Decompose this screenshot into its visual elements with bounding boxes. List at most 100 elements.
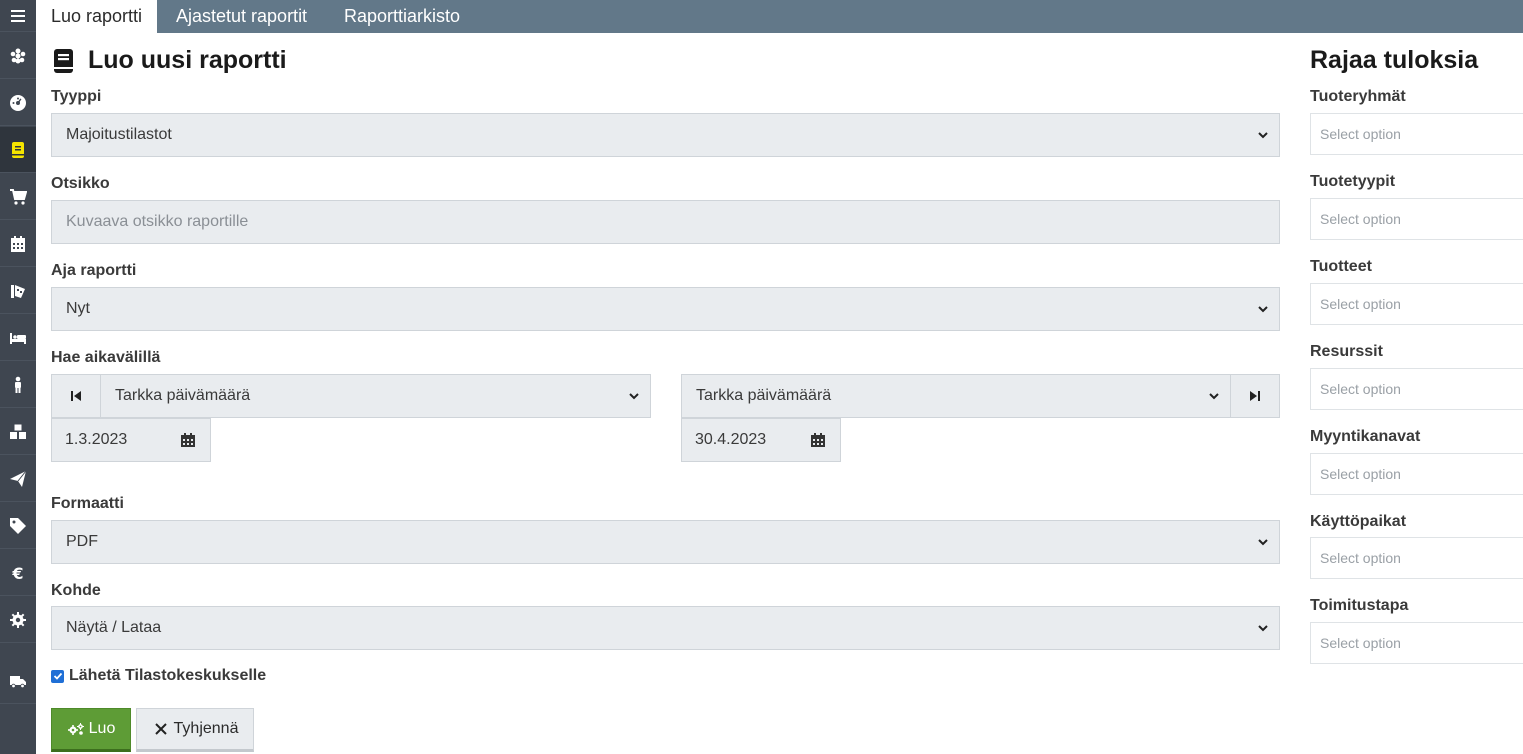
paper-plane-icon [10, 470, 27, 487]
range-start-mode-select[interactable]: Tarkka päivämäärä [100, 374, 651, 418]
range-start-date-input[interactable]: 1.3.2023 [51, 418, 211, 462]
tab-scheduled-reports[interactable]: Ajastetut raportit [161, 0, 322, 33]
format-select[interactable]: PDF [51, 520, 1280, 564]
range-label: Hae aikavälillä [51, 349, 161, 366]
dashboard-icon [10, 94, 26, 111]
filter-products-label: Tuotteet [1310, 258, 1372, 275]
gear-icon [10, 611, 26, 628]
send-statistics-row: Lähetä Tilastokeskukselle [51, 667, 266, 685]
page-title-text: Luo uusi raportti [88, 46, 287, 74]
format-select-value: PDF [66, 533, 98, 550]
menu-toggle-button[interactable] [0, 0, 36, 32]
sidebar-item-pricing[interactable] [0, 503, 36, 549]
tab-create-report[interactable]: Luo raportti [36, 0, 158, 33]
filter-placeholder: Select option [1320, 211, 1401, 227]
create-button[interactable]: Luo [51, 708, 131, 752]
chevron-down-icon [1258, 132, 1268, 139]
filter-delivery-method-label: Toimitustapa [1310, 597, 1409, 614]
book-icon [54, 48, 73, 73]
range-end-mode-select[interactable]: Tarkka päivämäärä [681, 374, 1231, 418]
filters-title: Rajaa tuloksia [1310, 46, 1479, 74]
filter-usage-places-label: Käyttöpaikat [1310, 513, 1407, 530]
format-label: Formaatti [51, 495, 124, 512]
heading-label: Otsikko [51, 175, 110, 192]
filter-product-types-label: Tuotetyypit [1310, 173, 1396, 190]
calendar-icon[interactable] [180, 432, 196, 448]
calendar-icon [11, 235, 25, 252]
filter-usage-places-select[interactable]: Select option [1310, 537, 1523, 579]
filter-sales-channels-label: Myyntikanavat [1310, 428, 1421, 445]
chevron-down-icon [1258, 625, 1268, 632]
range-end-next-button[interactable] [1230, 374, 1280, 418]
filter-product-groups-select[interactable]: Select option [1310, 113, 1523, 155]
range-start-date-value: 1.3.2023 [65, 431, 128, 448]
sidebar-item-settings[interactable] [0, 597, 36, 643]
send-statistics-checkbox[interactable] [51, 669, 64, 683]
type-select[interactable]: Majoitustilastot [51, 113, 1280, 157]
filter-placeholder: Select option [1320, 550, 1401, 566]
tag-icon [10, 517, 26, 534]
clear-button[interactable]: Tyhjennä [136, 708, 254, 752]
cogs-icon [67, 723, 84, 735]
sidebar-item-flower[interactable] [0, 33, 36, 79]
filter-product-types-select[interactable]: Select option [1310, 198, 1523, 240]
sidebar-item-accommodation[interactable] [0, 315, 36, 361]
close-icon [154, 723, 167, 735]
tickets-icon [11, 284, 25, 298]
filter-sales-channels-select[interactable]: Select option [1310, 453, 1523, 495]
page-title: Luo uusi raportti [52, 46, 287, 75]
sidebar-item-delivery[interactable] [0, 658, 36, 704]
sidebar-item-tickets[interactable] [0, 268, 36, 314]
skip-forward-icon [1250, 391, 1260, 401]
filter-resources-select[interactable]: Select option [1310, 368, 1523, 410]
sidebar-item-dashboard[interactable] [0, 80, 36, 126]
type-label: Tyyppi [51, 88, 102, 105]
heading-input[interactable]: Kuvaava otsikko raportille [51, 200, 1280, 244]
report-tabs: Luo raportti Ajastetut raportit Raportti… [36, 0, 1523, 33]
sidebar-item-products[interactable] [0, 409, 36, 455]
sidebar-item-calendar[interactable] [0, 221, 36, 267]
filter-resources-label: Resurssit [1310, 343, 1383, 360]
chevron-down-icon [1258, 539, 1268, 546]
target-label: Kohde [51, 582, 101, 599]
svg-text:€: € [11, 564, 23, 582]
filter-delivery-method-select[interactable]: Select option [1310, 622, 1523, 664]
calendar-icon[interactable] [810, 432, 826, 448]
chevron-down-icon [1209, 393, 1219, 400]
book-icon [12, 141, 24, 158]
filter-placeholder: Select option [1320, 635, 1401, 651]
filter-placeholder: Select option [1320, 296, 1401, 312]
range-end-mode-value: Tarkka päivämäärä [696, 387, 832, 404]
run-select-value: Nyt [66, 300, 90, 317]
menu-icon [11, 9, 25, 22]
sidebar-item-finance[interactable]: € [0, 550, 36, 596]
cart-icon [10, 188, 27, 205]
filter-placeholder: Select option [1320, 466, 1401, 482]
create-button-label: Luo [88, 720, 116, 737]
cubes-icon [10, 424, 26, 439]
skip-back-icon [71, 391, 81, 401]
person-icon [15, 376, 21, 393]
range-start-prev-button[interactable] [51, 374, 101, 418]
run-select[interactable]: Nyt [51, 287, 1280, 331]
chevron-down-icon [1258, 306, 1268, 313]
filter-placeholder: Select option [1320, 126, 1401, 142]
target-select[interactable]: Näytä / Lataa [51, 606, 1280, 650]
sidebar-item-messages[interactable] [0, 456, 36, 502]
sidebar-item-customers[interactable] [0, 362, 36, 408]
heading-input-placeholder: Kuvaava otsikko raportille [66, 213, 249, 230]
type-select-value: Majoitustilastot [66, 126, 172, 143]
euro-icon: € [11, 564, 23, 582]
bed-icon [10, 332, 26, 344]
send-statistics-label[interactable]: Lähetä Tilastokeskukselle [69, 667, 266, 685]
range-end-date-input[interactable]: 30.4.2023 [681, 418, 841, 462]
target-select-value: Näytä / Lataa [66, 619, 162, 636]
filter-products-select[interactable]: Select option [1310, 283, 1523, 325]
chevron-down-icon [629, 393, 639, 400]
sidebar-item-cart[interactable] [0, 174, 36, 220]
tab-report-archive[interactable]: Raporttiarkisto [329, 0, 475, 33]
flower-icon [10, 48, 26, 63]
sidebar-item-reports[interactable] [0, 127, 36, 173]
range-end-date-value: 30.4.2023 [695, 431, 767, 448]
sidebar: € [0, 0, 36, 754]
